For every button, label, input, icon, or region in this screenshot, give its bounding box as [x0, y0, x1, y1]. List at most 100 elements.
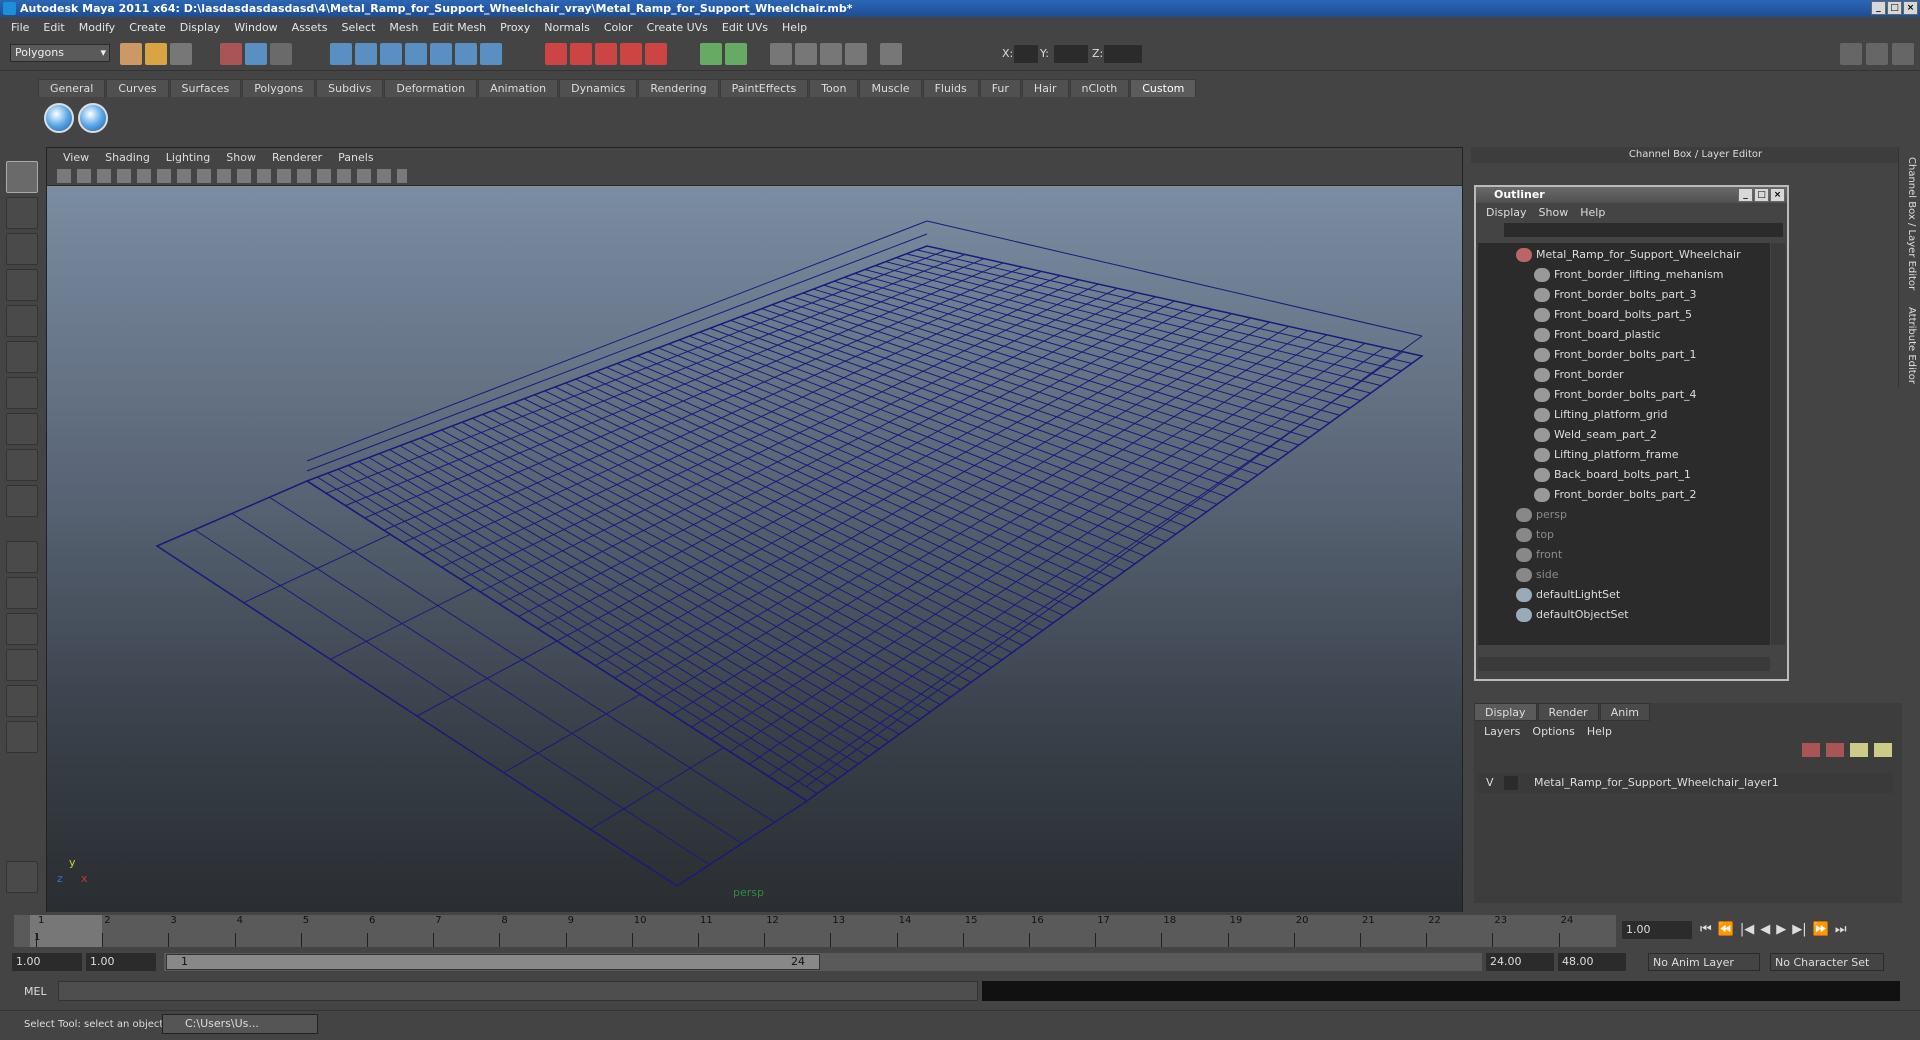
channel-icon[interactable]: [820, 43, 842, 65]
new-scene-icon[interactable]: [120, 43, 142, 65]
shelf-tab-fluids[interactable]: Fluids: [922, 79, 979, 97]
outliner-item[interactable]: Lifting_platform_grid: [1478, 405, 1770, 425]
time-slider-track[interactable]: 1 1 2 3 4 5 6 7 8 9 10 11 12 13 14 15 16 17 18 19 20 21 22 23 2…: [14, 915, 1616, 947]
history-icon[interactable]: [455, 43, 477, 65]
outliner-item[interactable]: Front_border_bolts_part_2: [1478, 485, 1770, 505]
single-perspective-layout-icon[interactable]: [6, 541, 38, 573]
attribute-icon[interactable]: [795, 43, 817, 65]
new-layer-icon[interactable]: [1850, 743, 1868, 757]
transform-mode-icon[interactable]: [880, 43, 902, 65]
shelf-tab-surfaces[interactable]: Surfaces: [169, 79, 242, 97]
menu-help[interactable]: Help: [775, 21, 814, 34]
menu-modify[interactable]: Modify: [72, 21, 122, 34]
shelf-tab-animation[interactable]: Animation: [478, 79, 559, 97]
layer-tab-anim[interactable]: Anim: [1599, 703, 1650, 721]
outliner-camera[interactable]: top: [1478, 525, 1770, 545]
snap-plane-icon[interactable]: [405, 43, 427, 65]
menu-proxy[interactable]: Proxy: [493, 21, 537, 34]
outliner-item[interactable]: Front_board_bolts_part_5: [1478, 305, 1770, 325]
play-backwards-icon[interactable]: ◀: [1760, 922, 1770, 937]
tool-toggle-icon[interactable]: [1892, 43, 1914, 65]
open-scene-icon[interactable]: [145, 43, 167, 65]
input-line-icon[interactable]: [700, 43, 722, 65]
layer-tab-display[interactable]: Display: [1474, 703, 1537, 721]
render-view-icon[interactable]: [645, 43, 667, 65]
shelf-tab-toon[interactable]: Toon: [809, 79, 859, 97]
minimize-button[interactable]: _: [1871, 1, 1886, 15]
shelf-tab-hair[interactable]: Hair: [1021, 79, 1069, 97]
menu-mesh[interactable]: Mesh: [382, 21, 425, 34]
menu-select[interactable]: Select: [334, 21, 382, 34]
menu-display[interactable]: Display: [173, 21, 228, 34]
menu-file[interactable]: File: [4, 21, 36, 34]
menu-window[interactable]: Window: [227, 21, 284, 34]
side-tab-channel-box[interactable]: Channel Box / Layer Editor: [1906, 157, 1917, 290]
outliner-horizontal-scrollbar[interactable]: [1478, 657, 1770, 671]
select-by-component-icon[interactable]: [270, 43, 292, 65]
outliner-menu-display[interactable]: Display: [1480, 206, 1533, 219]
shelf-tab-ncloth[interactable]: nCloth: [1069, 79, 1130, 97]
close-button[interactable]: ×: [1903, 1, 1918, 15]
hypergraph-layout-icon[interactable]: [6, 685, 38, 717]
outliner-menu-show[interactable]: Show: [1533, 206, 1575, 219]
shelf-tab-fur[interactable]: Fur: [979, 79, 1021, 97]
menu-normals[interactable]: Normals: [537, 21, 597, 34]
outliner-minimize-button[interactable]: _: [1738, 188, 1753, 202]
layer-menu-help[interactable]: Help: [1581, 725, 1618, 738]
layer-icon[interactable]: [845, 43, 867, 65]
anim-layer-dropdown[interactable]: No Anim Layer: [1648, 953, 1760, 971]
outliner-vertical-scrollbar[interactable]: [1771, 243, 1785, 645]
outliner-item[interactable]: Front_border_bolts_part_3: [1478, 285, 1770, 305]
outliner-camera[interactable]: side: [1478, 565, 1770, 585]
outliner-camera[interactable]: front: [1478, 545, 1770, 565]
manipulator-tool-icon[interactable]: [6, 377, 38, 409]
layer-visibility-toggle[interactable]: V: [1486, 773, 1494, 793]
outliner-menu-help[interactable]: Help: [1574, 206, 1611, 219]
select-tool-icon[interactable]: [6, 161, 38, 193]
last-tool-icon[interactable]: [6, 485, 38, 517]
layer-playback-toggle[interactable]: [1504, 776, 1518, 790]
layer-menu-options[interactable]: Options: [1526, 725, 1580, 738]
menu-edit[interactable]: Edit: [36, 21, 71, 34]
command-input[interactable]: [58, 981, 978, 1001]
playback-start-field[interactable]: 1.00: [86, 953, 156, 971]
outliner-maximize-button[interactable]: □: [1754, 188, 1769, 202]
render-icon[interactable]: [545, 43, 567, 65]
viewport-menu-view[interactable]: View: [55, 151, 97, 164]
snap-grid-icon[interactable]: [330, 43, 352, 65]
script-editor-icon[interactable]: [6, 861, 38, 893]
layer-down-icon[interactable]: [1826, 743, 1844, 757]
render-layout-icon[interactable]: [6, 721, 38, 753]
shelf-tab-curves[interactable]: Curves: [106, 79, 169, 97]
viewport-icon-strip[interactable]: [57, 169, 407, 183]
outliner-item[interactable]: Front_border_lifting_mehanism: [1478, 265, 1770, 285]
shelf-tab-muscle[interactable]: Muscle: [859, 79, 922, 97]
viewport-menu-shading[interactable]: Shading: [97, 151, 158, 164]
menu-assets[interactable]: Assets: [285, 21, 335, 34]
hypershade-icon[interactable]: [620, 43, 642, 65]
outliner-camera[interactable]: persp: [1478, 505, 1770, 525]
outliner-filter-input[interactable]: [1504, 223, 1783, 237]
select-by-hierarchy-icon[interactable]: [220, 43, 242, 65]
outliner-item[interactable]: Front_border_bolts_part_1: [1478, 345, 1770, 365]
outliner-item[interactable]: Front_border: [1478, 365, 1770, 385]
outliner-layout-icon[interactable]: [6, 613, 38, 645]
menu-create[interactable]: Create: [122, 21, 173, 34]
perspective-scene[interactable]: y x z persp: [47, 186, 1462, 912]
graph-layout-icon[interactable]: [6, 649, 38, 681]
animation-start-field[interactable]: 1.00: [12, 953, 82, 971]
range-slider[interactable]: 1 24: [164, 953, 1482, 971]
scale-tool-icon[interactable]: [6, 341, 38, 373]
shelf-tab-custom[interactable]: Custom: [1130, 79, 1197, 97]
soft-mod-tool-icon[interactable]: [6, 413, 38, 445]
layer-tab-render[interactable]: Render: [1537, 703, 1599, 721]
outliner-item[interactable]: Lifting_platform_frame: [1478, 445, 1770, 465]
go-to-start-icon[interactable]: ⏮: [1700, 922, 1712, 937]
viewport-menu-renderer[interactable]: Renderer: [264, 151, 330, 164]
outliner-close-button[interactable]: ×: [1770, 188, 1785, 202]
four-view-layout-icon[interactable]: [6, 577, 38, 609]
new-layer-selected-icon[interactable]: [1874, 743, 1892, 757]
mel-label[interactable]: MEL: [24, 985, 47, 998]
range-slider-handle[interactable]: 1 24: [166, 954, 820, 970]
outliner-set[interactable]: defaultObjectSet: [1478, 605, 1770, 625]
